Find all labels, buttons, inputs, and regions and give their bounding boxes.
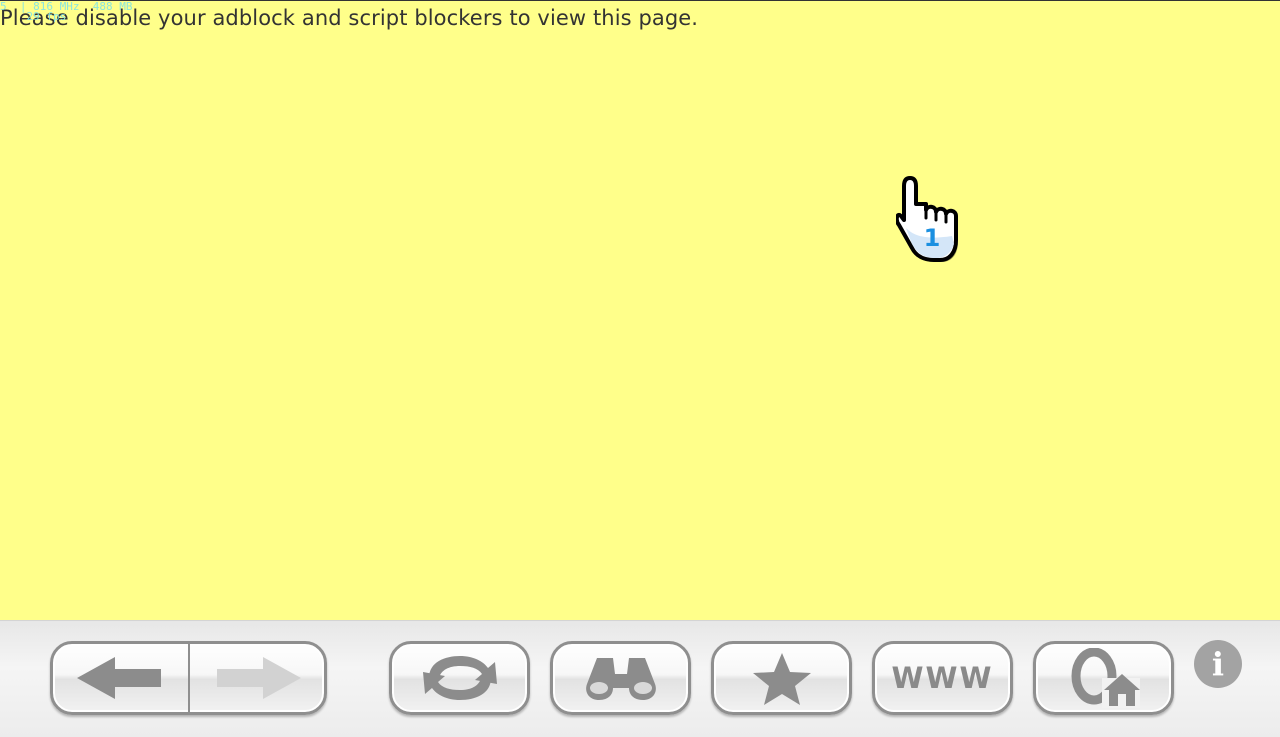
back-forward-group	[50, 641, 327, 715]
hand-pointer-icon: 1	[894, 174, 962, 264]
reload-icon	[422, 656, 497, 700]
www-label: WWW	[891, 661, 994, 695]
web-page-area: Please disable your adblock and script b…	[0, 1, 1280, 620]
reload-button[interactable]	[389, 641, 530, 715]
arrow-left-icon	[77, 657, 161, 699]
favorites-button[interactable]	[711, 641, 852, 715]
debug-overlay: 5 | 816 MHz 488 MB 29 fps	[0, 0, 133, 23]
star-icon	[752, 653, 811, 705]
browser-toolbar: WWW i	[0, 620, 1280, 737]
forward-button[interactable]	[189, 644, 324, 712]
home-button[interactable]	[1033, 641, 1174, 715]
opera-home-icon	[1071, 648, 1140, 708]
www-button[interactable]: WWW	[872, 641, 1013, 715]
back-button[interactable]	[53, 644, 189, 712]
search-button[interactable]	[550, 641, 691, 715]
binoculars-icon	[585, 658, 656, 700]
info-button[interactable]: i	[1194, 640, 1242, 688]
player-number: 1	[924, 224, 941, 252]
arrow-right-icon	[216, 657, 301, 699]
